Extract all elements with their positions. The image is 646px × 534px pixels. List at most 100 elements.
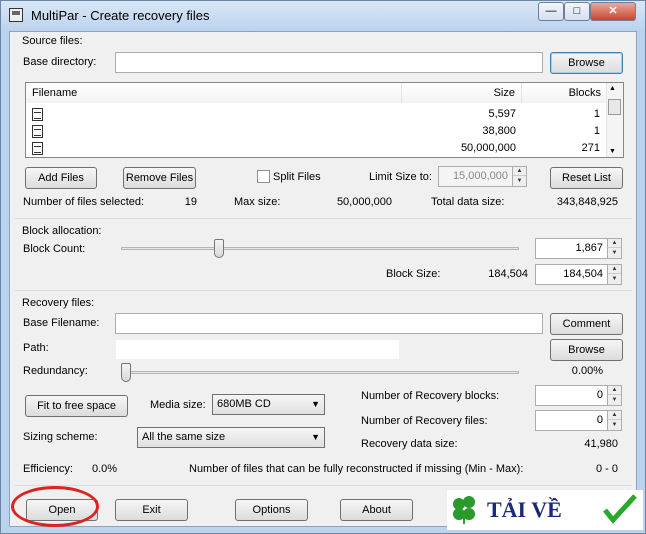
base-filename-label: Base Filename:: [23, 317, 100, 329]
split-files-checkbox[interactable]: [257, 170, 270, 183]
file-icon: [32, 125, 43, 138]
files-selected-label: Number of files selected:: [23, 196, 145, 208]
redundancy-value: 0.00%: [571, 365, 603, 377]
file-list[interactable]: Filename Size Blocks 5,597 1 38,800 1 50…: [25, 82, 624, 158]
watermark-graphic: TẢI VỀ: [453, 494, 637, 524]
slider-track: [121, 371, 519, 374]
block-allocation-heading: Block allocation:: [22, 225, 102, 237]
sizing-scheme-select[interactable]: All the same size ▼: [137, 427, 325, 448]
spin-up-icon[interactable]: ▲: [608, 239, 621, 248]
options-button[interactable]: Options: [235, 499, 308, 521]
media-size-value: 680MB CD: [217, 398, 271, 410]
recovery-blocks-input[interactable]: 0: [535, 385, 608, 406]
spin-up-icon[interactable]: ▲: [608, 386, 621, 395]
watermark-logo: TẢI VỀ: [447, 490, 643, 530]
file-blocks: 1: [593, 108, 600, 120]
recovery-browse-button[interactable]: Browse: [550, 339, 623, 361]
window-title: MultiPar - Create recovery files: [31, 8, 210, 23]
base-filename-input[interactable]: [115, 313, 543, 334]
add-files-button[interactable]: Add Files: [25, 167, 97, 189]
spin-down-icon[interactable]: ▼: [608, 275, 621, 284]
block-count-label: Block Count:: [23, 243, 86, 255]
maximize-button[interactable]: □: [564, 2, 590, 21]
limit-size-spinner[interactable]: ▲ ▼: [512, 166, 527, 187]
file-blocks: 271: [581, 142, 600, 154]
watermark-text: TẢI VỀ: [487, 497, 562, 522]
base-directory-label: Base directory:: [23, 56, 97, 68]
reconstruct-value: 0 - 0: [595, 463, 618, 475]
block-count-slider[interactable]: [121, 238, 519, 260]
block-allocation-divider: [15, 218, 632, 219]
file-list-scrollbar[interactable]: ▲ ▼: [606, 83, 623, 157]
app-window: MultiPar - Create recovery files — □ ✕ S…: [0, 0, 646, 534]
limit-size-input[interactable]: 15,000,000: [438, 166, 513, 187]
spin-up-icon[interactable]: ▲: [513, 167, 526, 176]
column-header-filename[interactable]: Filename: [26, 83, 402, 103]
media-size-select[interactable]: 680MB CD ▼: [212, 394, 325, 415]
recovery-files-spinner[interactable]: ▲ ▼: [607, 410, 622, 431]
clover-icon: [453, 496, 475, 524]
file-row[interactable]: 50,000,000 271: [26, 140, 610, 157]
block-count-input[interactable]: 1,867: [535, 238, 608, 259]
recovery-files-count-input[interactable]: 0: [535, 410, 608, 431]
path-input[interactable]: [115, 339, 400, 360]
efficiency-value: 0.0%: [92, 463, 118, 475]
spin-up-icon[interactable]: ▲: [608, 411, 621, 420]
spin-down-icon[interactable]: ▼: [608, 249, 621, 258]
total-data-size-label: Total data size:: [431, 196, 505, 208]
block-size-input[interactable]: 184,504: [535, 264, 608, 285]
about-button[interactable]: About: [340, 499, 413, 521]
file-blocks: 1: [593, 125, 600, 137]
chevron-down-icon: ▼: [311, 399, 320, 409]
file-size: 38,800: [482, 125, 516, 137]
sizing-scheme-value: All the same size: [142, 431, 226, 443]
media-size-label: Media size:: [150, 399, 206, 411]
slider-track: [121, 247, 519, 250]
split-files-label: Split Files: [273, 171, 321, 183]
reset-list-button[interactable]: Reset List: [550, 167, 623, 189]
minimize-button[interactable]: —: [538, 2, 564, 21]
redundancy-slider[interactable]: [121, 362, 519, 384]
file-row[interactable]: 5,597 1: [26, 106, 610, 123]
path-label: Path:: [23, 342, 49, 354]
buttons-divider: [15, 485, 632, 486]
block-count-spinner[interactable]: ▲ ▼: [607, 238, 622, 259]
files-selected-value: 19: [184, 196, 197, 208]
efficiency-label: Efficiency:: [23, 463, 73, 475]
highlight-oval: [11, 486, 99, 527]
sizing-scheme-label: Sizing scheme:: [23, 431, 98, 443]
exit-button[interactable]: Exit: [115, 499, 188, 521]
remove-files-button[interactable]: Remove Files: [123, 167, 196, 189]
spin-up-icon[interactable]: ▲: [608, 265, 621, 274]
checkmark-icon: [603, 494, 637, 524]
source-files-heading: Source files:: [22, 35, 83, 47]
source-browse-button[interactable]: Browse: [550, 52, 623, 74]
fit-to-free-space-button[interactable]: Fit to free space: [25, 395, 128, 417]
close-button[interactable]: ✕: [590, 2, 636, 21]
file-icon: [32, 142, 43, 155]
comment-button[interactable]: Comment: [550, 313, 623, 335]
spin-down-icon[interactable]: ▼: [608, 396, 621, 405]
scroll-thumb[interactable]: [608, 99, 621, 115]
total-data-size-value: 343,848,925: [556, 196, 618, 208]
reconstruct-label: Number of files that can be fully recons…: [189, 463, 524, 475]
block-size-label: Block Size:: [386, 268, 441, 280]
file-size: 50,000,000: [460, 142, 516, 154]
column-header-blocks[interactable]: Blocks: [522, 83, 608, 103]
scroll-down-icon[interactable]: ▼: [609, 148, 616, 155]
recovery-data-size-label: Recovery data size:: [361, 438, 458, 450]
limit-size-label: Limit Size to:: [369, 171, 432, 183]
recovery-blocks-spinner[interactable]: ▲ ▼: [607, 385, 622, 406]
spin-down-icon[interactable]: ▼: [608, 421, 621, 430]
file-size: 5,597: [488, 108, 516, 120]
base-directory-input[interactable]: [115, 52, 543, 73]
file-row[interactable]: 38,800 1: [26, 123, 610, 140]
file-icon: [32, 108, 43, 121]
slider-thumb[interactable]: [121, 363, 131, 382]
spin-down-icon[interactable]: ▼: [513, 177, 526, 186]
column-header-size[interactable]: Size: [402, 83, 522, 103]
scroll-up-icon[interactable]: ▲: [609, 85, 616, 92]
slider-thumb[interactable]: [214, 239, 224, 258]
block-size-spinner[interactable]: ▲ ▼: [607, 264, 622, 285]
client-area: Source files: Base directory: Browse Fil…: [9, 31, 637, 527]
